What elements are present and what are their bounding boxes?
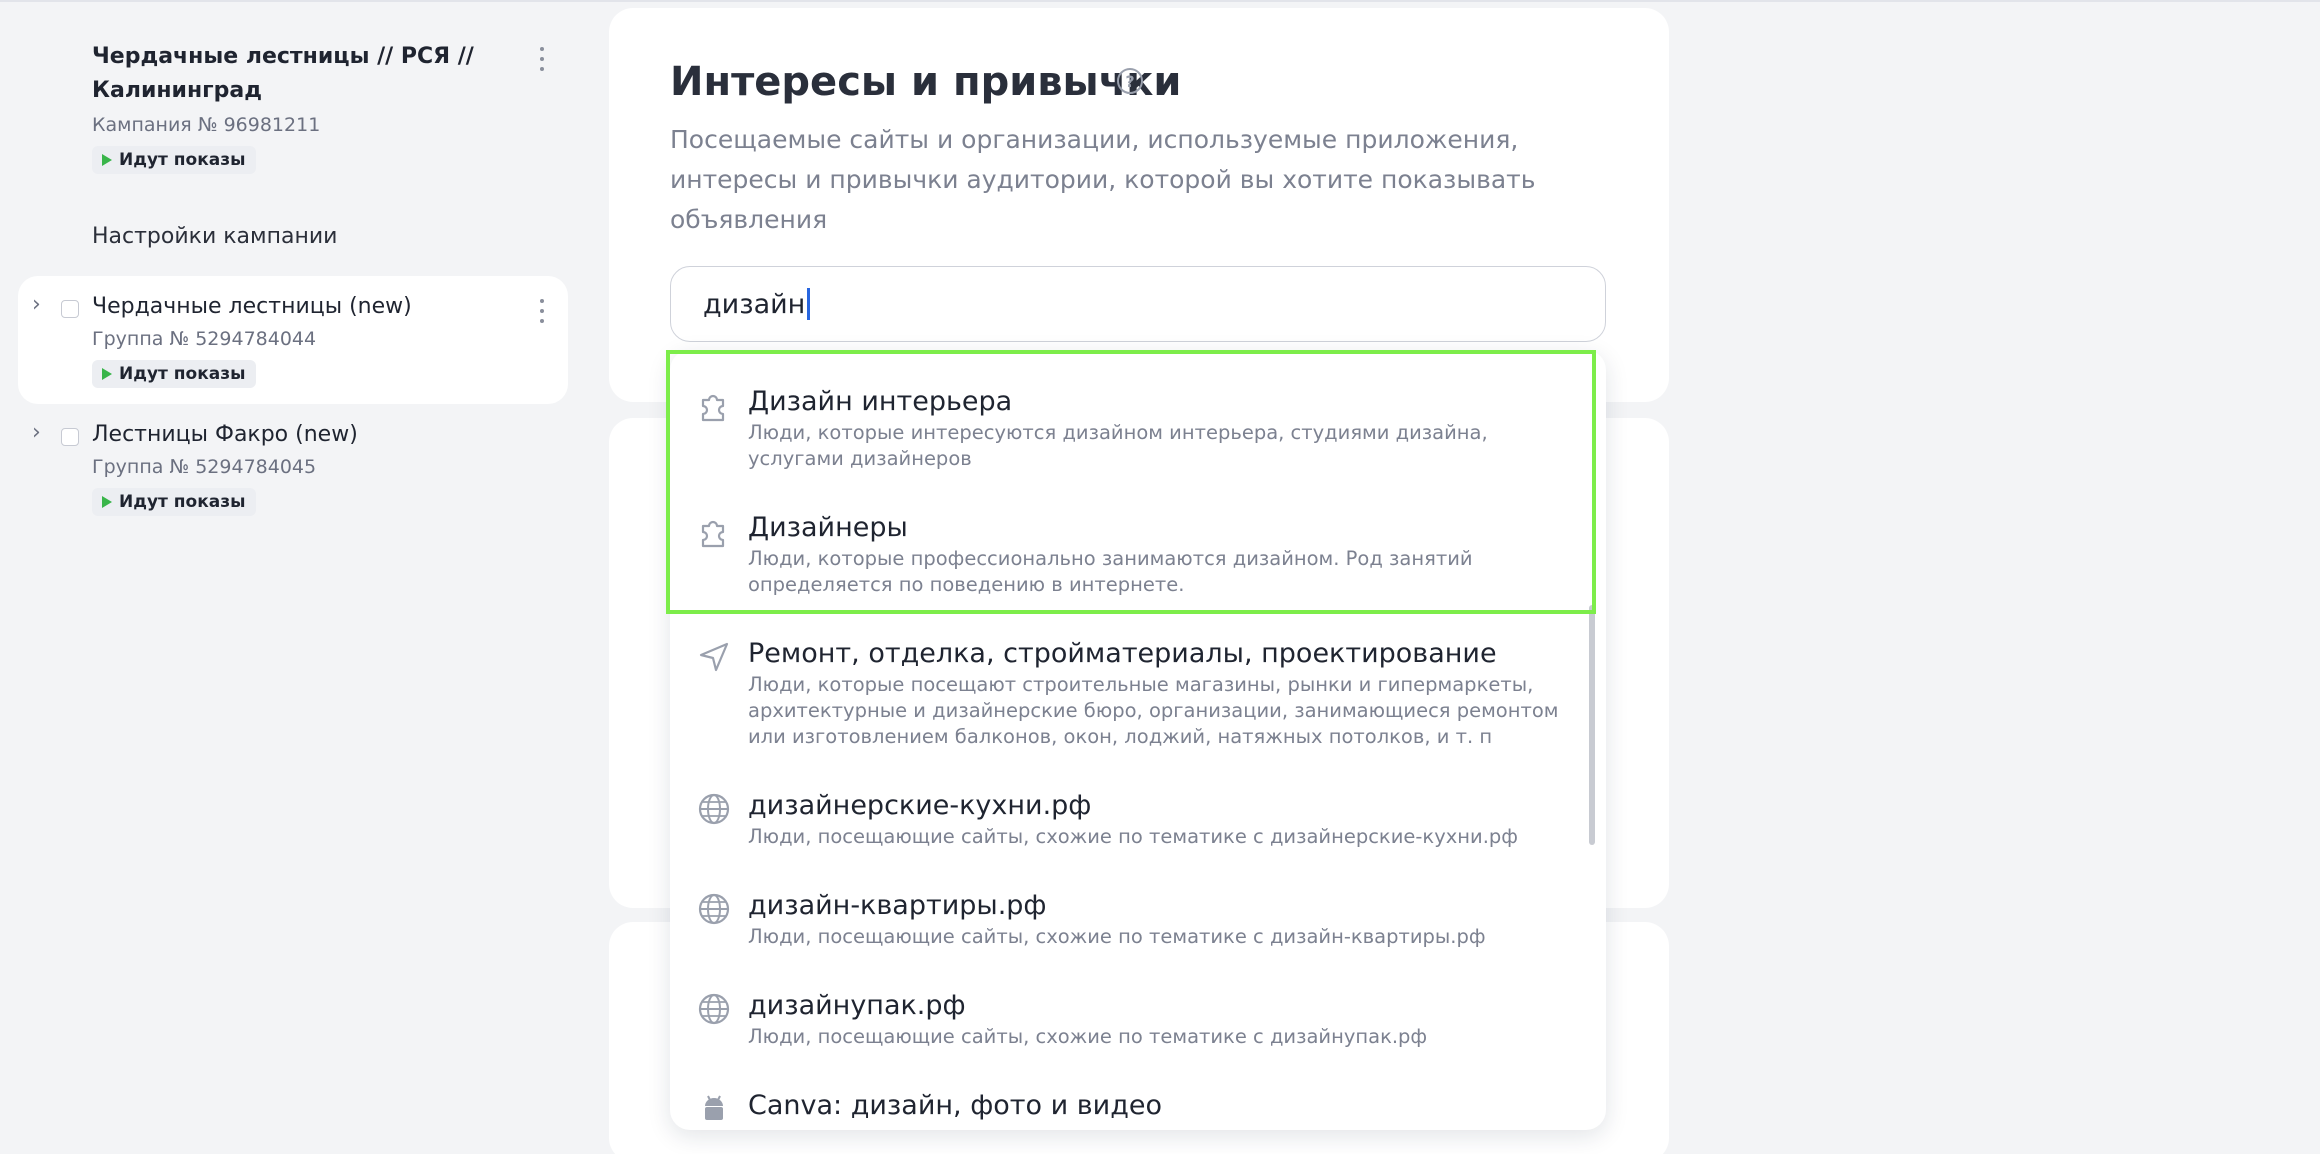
puzzle-icon	[701, 520, 725, 548]
status-label: Идут показы	[119, 150, 246, 170]
puzzle-icon	[701, 394, 725, 422]
suggestion-subtitle: Люди, посещающие сайты, схожие по темати…	[748, 1025, 1428, 1048]
suggestion-title: дизайнерские-кухни.рф	[748, 790, 1092, 821]
campaign-title: Чердачные лестницы // РСЯ // Калининград	[92, 44, 474, 103]
status-label: Идут показы	[119, 492, 246, 512]
campaign-number: Кампания № 96981211	[92, 114, 321, 136]
text-caret	[807, 288, 811, 320]
suggestion-subtitle: Люди, посещающие сайты, схожие по темати…	[748, 825, 1518, 848]
status-badge: Идут показы	[92, 360, 256, 388]
sidebar-group-item[interactable]: › Чердачные лестницы (new) Группа № 5294…	[18, 276, 568, 404]
group-more-icon[interactable]	[536, 296, 548, 326]
play-icon	[102, 154, 112, 166]
suggestion-item[interactable]: Дизайнеры Люди, которые профессионально …	[670, 510, 1606, 610]
campaign-block[interactable]: Чердачные лестницы // РСЯ // Калининград…	[92, 40, 492, 174]
campaign-more-icon[interactable]	[536, 44, 548, 74]
search-input[interactable]: дизайн	[670, 266, 1606, 342]
globe-icon	[698, 993, 730, 1025]
location-arrow-icon	[699, 642, 729, 672]
dropdown-scrollbar[interactable]	[1589, 605, 1595, 845]
suggestion-item[interactable]: Canva: дизайн, фото и видео	[670, 1088, 1606, 1130]
globe-icon	[698, 893, 730, 925]
suggestion-title: Дизайн интерьера	[748, 386, 1013, 417]
sidebar: Чердачные лестницы // РСЯ // Калининград…	[0, 0, 590, 1154]
group-name: Лестницы Факро (new)	[92, 422, 358, 447]
group-name: Чердачные лестницы (new)	[92, 294, 412, 319]
group-checkbox[interactable]	[61, 300, 79, 318]
status-badge: Идут показы	[92, 488, 256, 516]
page-title: Интересы и привычки	[670, 59, 1182, 105]
android-icon	[705, 1095, 723, 1120]
suggestion-subtitle: Люди, которые посещают строительные мага…	[748, 673, 1559, 748]
group-number: Группа № 5294784044	[92, 328, 317, 350]
suggestion-subtitle: Люди, посещающие сайты, схожие по темати…	[748, 925, 1486, 948]
campaign-settings-link[interactable]: Настройки кампании	[92, 224, 337, 249]
suggestion-title: дизайн-квартиры.рф	[748, 890, 1047, 921]
group-checkbox[interactable]	[61, 428, 79, 446]
status-label: Идут показы	[119, 364, 246, 384]
section-description: Посещаемые сайты и организации, использу…	[670, 125, 1536, 234]
suggestion-subtitle: Люди, которые интересуются дизайном инте…	[748, 421, 1488, 470]
search-value: дизайн	[703, 288, 806, 320]
suggestion-item[interactable]: дизайнерские-кухни.рф Люди, посещающие с…	[670, 788, 1606, 868]
suggestion-item[interactable]: Ремонт, отделка, стройматериалы, проекти…	[670, 636, 1606, 766]
chevron-right-icon[interactable]: ›	[32, 292, 41, 317]
suggestion-title: Canva: дизайн, фото и видео	[748, 1090, 1163, 1121]
suggestion-title: Ремонт, отделка, стройматериалы, проекти…	[748, 638, 1497, 669]
suggestion-subtitle: Люди, которые профессионально занимаются…	[748, 547, 1473, 596]
play-icon	[102, 496, 112, 508]
suggestions-dropdown: Дизайн интерьера Люди, которые интересую…	[670, 350, 1606, 1130]
suggestion-item[interactable]: дизайн-квартиры.рф Люди, посещающие сайт…	[670, 888, 1606, 968]
sidebar-group-item[interactable]: › Лестницы Факро (new) Группа № 52947840…	[18, 404, 568, 532]
suggestion-item[interactable]: Дизайн интерьера Люди, которые интересую…	[670, 384, 1606, 484]
suggestion-item[interactable]: дизайнупак.рф Люди, посещающие сайты, сх…	[670, 988, 1606, 1068]
suggestion-title: дизайнупак.рф	[748, 990, 966, 1021]
play-icon	[102, 368, 112, 380]
status-badge: Идут показы	[92, 146, 256, 174]
chevron-right-icon[interactable]: ›	[32, 420, 41, 445]
help-icon[interactable]: ?	[1117, 68, 1143, 94]
group-number: Группа № 5294784045	[92, 456, 317, 478]
globe-icon	[698, 793, 730, 825]
suggestion-title: Дизайнеры	[748, 512, 908, 543]
